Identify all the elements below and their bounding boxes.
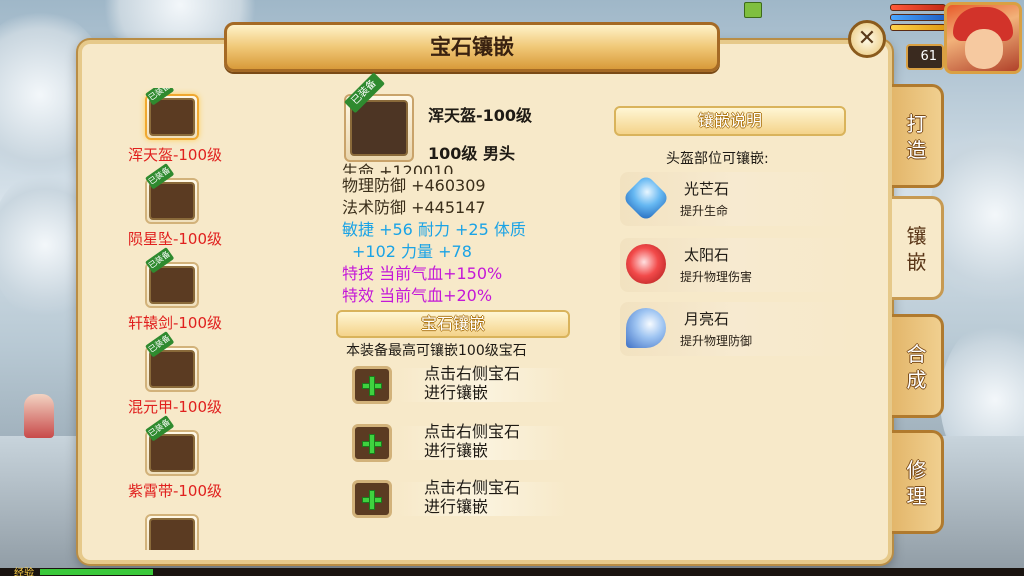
gem-name: 光芒石 (684, 180, 730, 198)
close-button[interactable]: ✕ (848, 20, 886, 58)
equipment-slot: 已装备 (145, 163, 199, 224)
socket-hint-line1: 点击右侧宝石 (424, 364, 521, 383)
status-bars (890, 4, 946, 34)
experience-bar (0, 568, 1024, 576)
equipment-item-pendant[interactable]: 已装备 陨星坠-100级 (92, 163, 258, 256)
avatar-face (965, 29, 1003, 69)
tab-label-1: 镶 (906, 224, 927, 248)
equipment-item-helmet[interactable]: 已装备 浑天盔-100级 (92, 88, 258, 172)
tab-label-1: 合 (906, 342, 927, 366)
equipment-name: 混元甲-100级 (127, 398, 223, 416)
gem-sun-stone[interactable]: 太阳石 提升物理伤害 (620, 238, 850, 292)
socket-hint: 点击右侧宝石 进行镶嵌 (424, 422, 520, 460)
add-gem-button[interactable] (352, 366, 392, 404)
equipment-name: 陨星坠-100级 (127, 230, 223, 248)
plus-icon-vertical (369, 434, 375, 454)
belt-icon (149, 434, 195, 472)
stat-line-cut: 生命 +120010 (342, 162, 454, 174)
equipment-name: 紫霄带-100级 (127, 482, 223, 500)
gem-desc: 提升物理防御 (680, 334, 753, 348)
tab-label-2: 成 (906, 368, 927, 392)
tab-combine[interactable]: 合成 (892, 314, 944, 418)
tab-label-2: 造 (906, 138, 927, 162)
pendant-icon (149, 182, 195, 220)
plus-icon-vertical (369, 490, 375, 510)
equipment-preview: 已装备 (344, 72, 414, 162)
window-title: 宝石镶嵌 (224, 22, 720, 72)
add-gem-button[interactable] (352, 424, 392, 462)
socket-hint-line1: 点击右侧宝石 (424, 478, 521, 497)
tab-label-1: 修 (906, 458, 927, 482)
stat-attributes-1: 敏捷 +56 耐力 +25 体质 (342, 220, 526, 239)
gem-name: 月亮石 (684, 310, 730, 328)
gem-socket-1[interactable]: 点击右侧宝石 进行镶嵌 (346, 362, 566, 408)
tab-forge[interactable]: 打造 (892, 84, 944, 188)
boots-icon (149, 518, 195, 550)
gem-socket-3[interactable]: 点击右侧宝石 进行镶嵌 (346, 476, 566, 522)
sun-gem-icon (626, 244, 666, 284)
plus-icon-vertical (369, 376, 375, 396)
tab-label-2: 理 (906, 484, 927, 508)
tab-label-2: 嵌 (906, 250, 927, 274)
socket-hint-line2: 进行镶嵌 (424, 441, 489, 460)
stat-attributes-2: +102 力量 +78 (352, 242, 472, 261)
light-gem-icon (621, 173, 671, 223)
sword-icon (149, 266, 195, 304)
socket-note: 本装备最高可镶嵌100级宝石 (346, 343, 527, 359)
socket-hint-line1: 点击右侧宝石 (424, 422, 521, 441)
helmet-icon (149, 98, 195, 136)
player-level: 61 (906, 44, 944, 70)
equipment-subtitle: 100级 男头 (428, 144, 515, 163)
equipment-item-belt[interactable]: 已装备 紫霄带-100级 (92, 415, 258, 508)
gift-icon[interactable] (744, 2, 762, 18)
stat-physical-defense: 物理防御 +460309 (342, 176, 486, 195)
gem-desc: 提升物理伤害 (680, 270, 753, 284)
moon-gem-icon (626, 308, 666, 348)
socket-hint: 点击右侧宝石 进行镶嵌 (424, 364, 520, 402)
anger-bar (890, 24, 946, 31)
hp-bar (890, 4, 946, 11)
equipment-slot (145, 514, 199, 550)
tab-label-1: 打 (906, 112, 927, 136)
gem-socket-2[interactable]: 点击右侧宝石 进行镶嵌 (346, 420, 566, 466)
socket-hint-line2: 进行镶嵌 (424, 383, 489, 402)
equipment-item-sword[interactable]: 已装备 轩辕剑-100级 (92, 247, 258, 340)
tab-repair[interactable]: 修理 (892, 430, 944, 534)
stat-magic-defense: 法术防御 +445147 (342, 198, 486, 217)
equipment-list[interactable]: 已装备 浑天盔-100级 已装备 陨星坠-100级 已装备 轩辕剑-100级 已… (92, 88, 258, 550)
inlay-caption: 头盔部位可镶嵌: (666, 151, 769, 167)
equipment-slot: 已装备 (145, 88, 199, 140)
socket-hint-line2: 进行镶嵌 (424, 497, 489, 516)
stat-special-skill: 特技 当前气血+150% (342, 264, 503, 283)
equipment-name: 浑天盔-100级 (127, 146, 223, 164)
equipment-slot: 已装备 (145, 415, 199, 476)
equipment-item-armor[interactable]: 已装备 混元甲-100级 (92, 331, 258, 424)
close-icon: ✕ (857, 26, 877, 51)
gem-desc: 提升生命 (680, 204, 729, 218)
mp-bar (890, 14, 946, 21)
equipment-name: 轩辕剑-100级 (127, 314, 223, 332)
socket-hint: 点击右侧宝石 进行镶嵌 (424, 478, 520, 516)
equipment-slot: 已装备 (145, 331, 199, 392)
socket-section-title: 宝石镶嵌 (336, 310, 570, 338)
gem-light-stone[interactable]: 光芒石 提升生命 (620, 172, 850, 226)
equipment-title: 浑天盔-100级 (428, 106, 533, 125)
add-gem-button[interactable] (352, 480, 392, 518)
equipment-slot: 已装备 (145, 247, 199, 308)
experience-label: 经验 (14, 568, 34, 576)
experience-fill (40, 569, 153, 575)
equipment-item-boots[interactable] (92, 508, 258, 550)
gem-name: 太阳石 (684, 246, 730, 264)
stat-special-effect: 特效 当前气血+20% (342, 286, 493, 305)
tab-inlay[interactable]: 镶嵌 (892, 196, 944, 300)
armor-icon (149, 350, 195, 388)
player-avatar[interactable] (944, 2, 1022, 74)
gem-moon-stone[interactable]: 月亮石 提升物理防御 (620, 302, 850, 356)
npc-character[interactable] (24, 394, 54, 438)
snow-tree-right (930, 120, 1024, 310)
inlay-info-button[interactable]: 镶嵌说明 (614, 106, 846, 136)
